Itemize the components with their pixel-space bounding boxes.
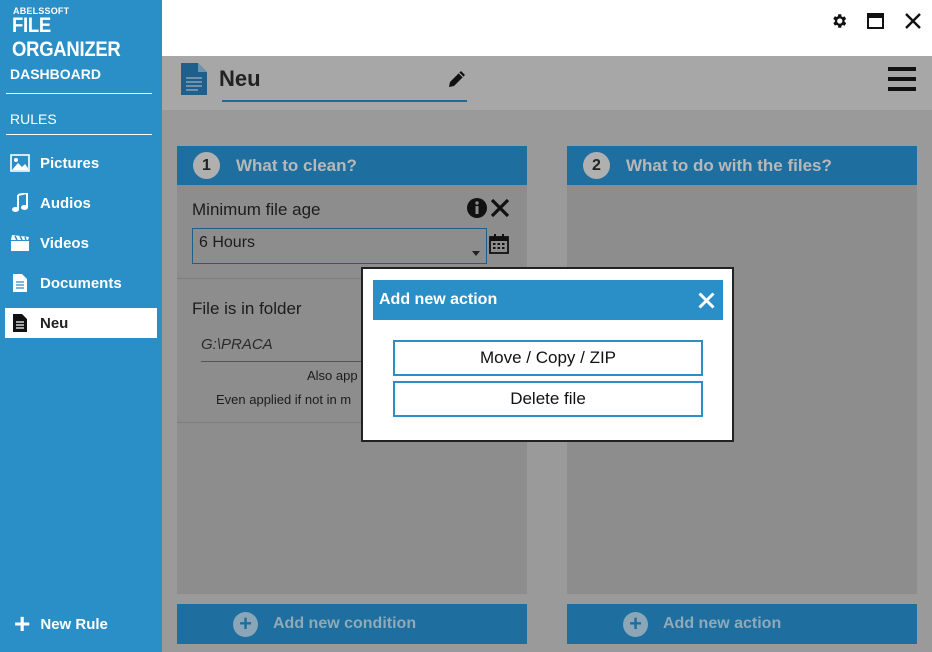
min-age-label: Minimum file age [192, 200, 321, 219]
remove-condition-icon[interactable] [490, 198, 510, 223]
calendar-icon[interactable] [489, 234, 509, 259]
sidebar: ABELSSOFT FILE ORGANIZER DASHBOARD RULES… [0, 0, 162, 652]
maximize-icon[interactable] [864, 10, 886, 32]
dialog-title: Add new action [379, 291, 498, 308]
sidebar-divider [6, 134, 152, 135]
sidebar-rules-link[interactable]: RULES [10, 111, 57, 127]
sidebar-item-neu[interactable]: Neu [5, 308, 157, 338]
sidebar-item-pictures[interactable]: Pictures [5, 148, 157, 178]
sidebar-item-label: Audios [40, 194, 91, 212]
also-applied-text: Also app [307, 368, 358, 383]
rule-header: Neu [162, 56, 932, 110]
plus-icon: + [14, 608, 31, 639]
settings-gear-icon[interactable] [828, 10, 850, 32]
step-number: 1 [193, 152, 220, 179]
sidebar-dashboard-link[interactable]: DASHBOARD [10, 66, 101, 82]
document-icon [10, 273, 30, 293]
edit-pencil-icon[interactable] [446, 68, 468, 95]
document-icon [10, 313, 30, 333]
plus-circle-icon: + [623, 611, 648, 637]
close-icon[interactable] [902, 10, 924, 32]
folder-path-field[interactable]: G:\PRACA [201, 336, 273, 353]
image-icon [10, 153, 30, 173]
sidebar-item-label: Neu [40, 314, 69, 332]
min-age-value: 6 Hours [199, 234, 256, 251]
sidebar-item-label: Documents [40, 274, 122, 292]
close-icon[interactable] [695, 289, 717, 311]
new-rule-label: New Rule [40, 615, 108, 633]
sidebar-divider [6, 93, 152, 94]
min-age-select[interactable]: 6 Hours [192, 228, 487, 264]
step-number: 2 [583, 152, 610, 179]
hamburger-menu-icon[interactable] [888, 67, 916, 96]
panel-title: What to clean? [236, 155, 357, 175]
add-condition-button[interactable]: + Add new condition [177, 604, 527, 644]
sidebar-item-audios[interactable]: Audios [5, 188, 157, 218]
conditions-panel-header: 1 What to clean? [177, 146, 527, 185]
document-icon [180, 62, 208, 101]
add-action-button[interactable]: + Add new action [567, 604, 917, 644]
add-action-dialog: Add new action Move / Copy / ZIP Delete … [361, 267, 734, 442]
page-title[interactable]: Neu [219, 66, 261, 92]
sidebar-item-videos[interactable]: Videos [5, 228, 157, 258]
title-bar [162, 0, 932, 56]
folder-label: File is in folder [192, 299, 302, 318]
title-underline [222, 100, 467, 102]
chevron-down-icon [472, 243, 480, 261]
panel-title: What to do with the files? [626, 155, 832, 175]
music-note-icon [10, 193, 30, 213]
actions-panel-header: 2 What to do with the files? [567, 146, 917, 185]
new-rule-button[interactable]: + New Rule [14, 608, 108, 639]
sidebar-item-documents[interactable]: Documents [5, 268, 157, 298]
add-condition-label: Add new condition [273, 615, 417, 632]
sidebar-item-label: Pictures [40, 154, 100, 172]
clapperboard-icon [10, 233, 30, 253]
sidebar-item-label: Videos [40, 234, 89, 252]
dialog-header: Add new action [373, 280, 723, 320]
info-icon[interactable] [467, 198, 487, 223]
move-copy-zip-button[interactable]: Move / Copy / ZIP [393, 340, 703, 376]
even-applied-text: Even applied if not in m [216, 392, 352, 407]
app-logo: FILE ORGANIZER [12, 14, 121, 61]
plus-circle-icon: + [233, 611, 258, 637]
delete-file-button[interactable]: Delete file [393, 381, 703, 417]
add-action-label: Add new action [663, 615, 782, 632]
